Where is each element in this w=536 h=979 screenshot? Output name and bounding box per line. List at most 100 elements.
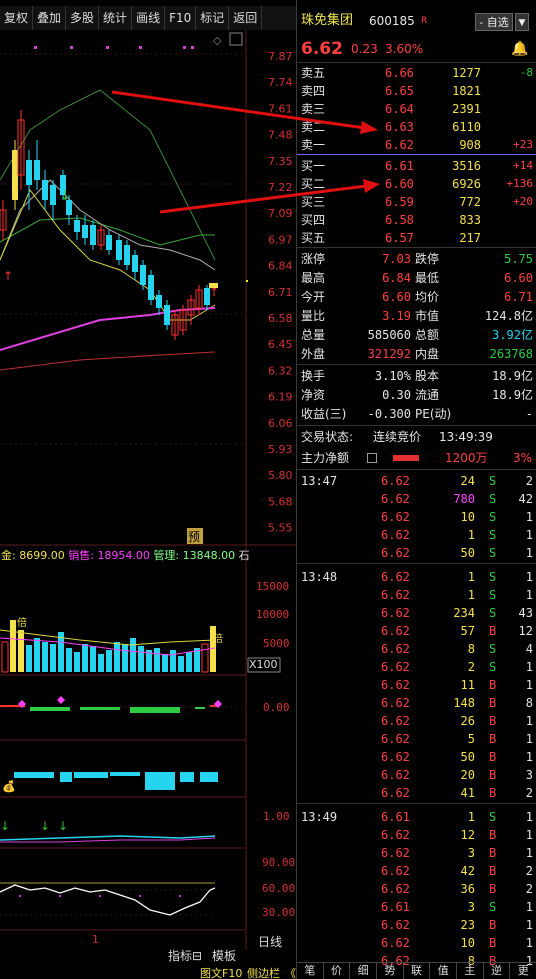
side-tab[interactable]: 值 [430,963,458,979]
book-row[interactable]: 卖二 6.63 6110 [297,118,536,136]
tick-price: 6.62 [381,732,410,746]
collapse-tab[interactable]: 《 [285,965,296,979]
tick-count: 4 [525,642,533,656]
volume-bar [42,642,48,672]
side-tab[interactable]: 联 [404,963,431,979]
tick-row: 13:48 6.62 1 S 1 [297,568,536,586]
book-volume: 833 [459,213,481,227]
stat-label: 最高 [301,271,326,285]
tick-row: 6.62 11 B 1 [297,676,536,694]
watchlist-button[interactable]: - 自选 [475,13,513,31]
tick-price: 6.62 [381,546,410,560]
stat-value: - [525,407,533,421]
side-tab[interactable]: 势 [377,963,404,979]
tick-price: 6.62 [381,642,410,656]
tb-fuquan-button[interactable]: 复权 [0,6,34,30]
book-row[interactable]: 买四 6.58 833 [297,211,536,229]
tb-stats-button[interactable]: 统计 [99,6,133,30]
stat-label: 总量 [301,328,326,342]
book-row[interactable]: 卖一 6.62 908 +23 [297,136,536,154]
stat-value: 18.9亿 [492,388,533,402]
side-tab[interactable]: 细 [350,963,378,979]
tick-side: S [489,570,497,584]
f10-tab[interactable]: 图文F10 [200,965,242,979]
tick-side: S [489,474,497,488]
book-row[interactable]: 买二 6.60 6926 +136 [297,175,536,193]
tick-volume: 57 [460,624,475,638]
book-label: 买三 [301,195,326,209]
tick-row: 6.62 234 S 43 [297,604,536,622]
tick-price: 6.62 [381,528,410,542]
side-tab[interactable]: 主 [457,963,484,979]
price-axis: 7.87 7.74 7.61 7.48 7.35 7.22 7.09 6.97 6.84 6.71… [268,50,293,535]
tick-volume: 42 [460,864,475,878]
sidebar-tab[interactable]: 侧边栏 [247,965,280,979]
tb-f10-button[interactable]: F10 [165,6,197,30]
chevron-down-icon[interactable]: ▼ [515,13,529,31]
book-row[interactable]: 买一 6.61 3516 +14 [297,157,536,175]
stat-value: 6.84 [382,271,411,285]
vol-axis-label: 5000 [263,637,290,650]
tick-side: B [489,786,497,800]
book-label: 买五 [301,231,326,245]
window-icon[interactable] [229,32,243,46]
book-row[interactable]: 买三 6.59 772 +20 [297,193,536,211]
book-row[interactable]: 卖五 6.66 1277 -8 [297,64,536,82]
kline-chart[interactable]: 7.87 7.74 7.61 7.48 7.35 7.22 7.09 6.97 6.84 6.71… [0,30,296,950]
tick-row: 6.62 1 S 1 [297,526,536,544]
tick-row: 6.62 50 S 1 [297,544,536,562]
bell-icon[interactable]: 🔔 [511,40,528,58]
book-price: 6.65 [385,84,414,98]
tick-price: 6.62 [381,696,410,710]
tb-overlay-button[interactable]: 叠加 [33,6,67,30]
book-price: 6.64 [385,102,414,116]
stock-app: 复权 叠加 多股 统计 画线 F10 标记 返回 7.87 7.74 7.61 7.4… [0,0,536,979]
book-row[interactable]: 卖三 6.64 2391 [297,100,536,118]
quote-panel: 珠免集团 600185 R - 自选 ▼ 6.62 0.23 3.60% 🔔 卖… [296,0,536,979]
volume-bar [66,648,72,672]
tick-volume: 41 [460,786,475,800]
side-tab[interactable]: 价 [324,963,351,979]
tb-mark-button[interactable]: 标记 [196,6,230,30]
tick-row: 6.62 20 B 3 [297,766,536,784]
book-volume: 908 [459,138,481,152]
candle-body [34,160,40,180]
volume-bar [162,654,168,672]
stat-value: -0.300 [367,407,411,421]
candle-body [42,180,48,200]
volume-bar [122,644,128,672]
price-axis-label: 7.61 [268,102,293,115]
collapse-icon[interactable]: ◇ [213,34,222,47]
rsi-axis-label: 30.00 [262,906,295,919]
period-tab[interactable]: 日线 [258,933,282,950]
tick-volume: 780 [453,492,475,506]
price-axis-label: 5.68 [268,495,293,508]
tb-back-button[interactable]: 返回 [229,6,263,30]
side-tab[interactable]: 逆 [484,963,511,979]
tb-multi-button[interactable]: 多股 [66,6,100,30]
side-tab[interactable]: 更 [510,963,536,979]
book-row[interactable]: 买五 6.57 217 [297,229,536,247]
stat-label: 总额 [415,328,440,342]
tb-draw-button[interactable]: 画线 [132,6,166,30]
money-icon: 💰 [2,780,16,793]
stat-value: 124.8亿 [484,309,533,323]
tick-side: B [489,768,497,782]
side-tab[interactable]: 笔 [297,963,324,979]
tick-volume: 3 [467,846,475,860]
stat-label: 外盘 [301,347,326,361]
template-tab[interactable]: 模板 [212,947,236,964]
volume-bar [74,652,80,672]
stat-value: 3.10% [374,369,411,383]
indicator-tab[interactable]: 指标⊟ [168,947,202,964]
tick-side: S [489,588,497,602]
tick-count: 1 [525,936,533,950]
candle-body [82,225,88,238]
volume-bar [130,638,136,672]
book-row[interactable]: 卖四 6.65 1821 [297,82,536,100]
book-price: 6.60 [385,177,414,191]
tick-side: S [489,810,497,824]
list-icon[interactable] [367,453,377,463]
tick-side: B [489,750,497,764]
book-price: 6.61 [385,159,414,173]
